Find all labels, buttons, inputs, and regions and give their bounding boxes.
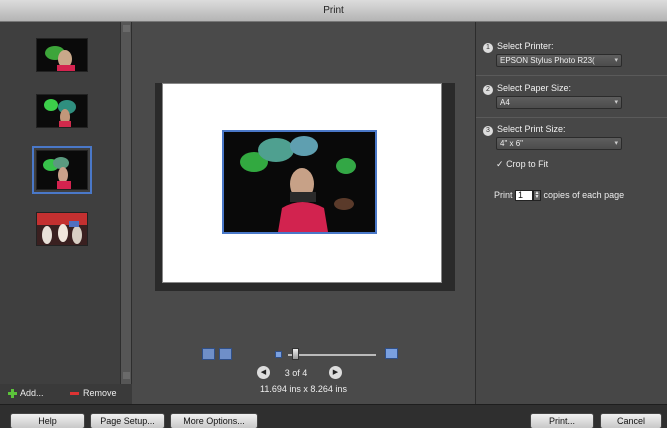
copies-stepper[interactable]: ▲ ▼: [533, 190, 542, 202]
print-settings-panel: 1 Select Printer: EPSON Stylus Photo R23(…: [475, 22, 667, 404]
chevron-down-icon: ▾: [614, 140, 618, 147]
checkmark-icon: ✓: [496, 159, 504, 169]
page-setup-button[interactable]: Page Setup...: [90, 413, 165, 428]
thumbnail-3-image: [37, 151, 87, 189]
print-size-label: Select Print Size:: [497, 124, 566, 134]
copies-prefix: Print: [494, 190, 513, 200]
paper-step: 2 Select Paper Size:: [483, 83, 571, 95]
preview-photo[interactable]: [222, 130, 377, 234]
thumbnail-1[interactable]: [36, 38, 88, 72]
step-3-badge: 3: [483, 126, 493, 136]
scroll-up-arrow[interactable]: [123, 25, 130, 32]
print-size-dropdown[interactable]: 4" x 6" ▾: [496, 137, 622, 150]
zoom-in-icon[interactable]: [385, 348, 398, 359]
thumbnail-2-image: [37, 95, 87, 127]
preview-photo-image: [224, 132, 375, 232]
thumbnail-scrollbar[interactable]: [120, 22, 132, 384]
divider: [476, 75, 667, 76]
printer-dropdown[interactable]: EPSON Stylus Photo R23( ▾: [496, 54, 622, 67]
paper-label: Select Paper Size:: [497, 83, 572, 93]
scroll-down-arrow[interactable]: [123, 372, 130, 379]
thumbnail-actions: Add... Remove: [0, 384, 132, 404]
page-size-text: 11.694 ins x 8.264 ins: [260, 384, 347, 394]
crop-to-fit-checkbox[interactable]: ✓ Crop to Fit: [496, 159, 548, 170]
crop-label: Crop to Fit: [506, 159, 549, 169]
printer-step: 1 Select Printer:: [483, 41, 554, 53]
cancel-button[interactable]: Cancel: [600, 413, 662, 428]
divider: [476, 117, 667, 118]
step-1-badge: 1: [483, 43, 493, 53]
rotate-right-icon[interactable]: [219, 348, 232, 360]
preview-controls: ◀ 3 of 4 ▶ 11.694 ins x 8.264 ins: [132, 340, 475, 400]
zoom-slider-thumb[interactable]: [292, 348, 299, 360]
chevron-down-icon: ▾: [614, 57, 618, 64]
printer-label: Select Printer:: [497, 41, 554, 51]
page-indicator: 3 of 4: [284, 368, 308, 378]
thumbnail-1-image: [37, 39, 87, 71]
remove-button[interactable]: Remove: [70, 388, 117, 398]
preview-page: [162, 83, 442, 283]
next-page-button[interactable]: ▶: [329, 366, 342, 379]
thumbnail-2[interactable]: [36, 94, 88, 128]
print-size-step: 3 Select Print Size:: [483, 124, 566, 136]
thumbnail-panel: [0, 22, 120, 384]
thumbnail-4[interactable]: [36, 212, 88, 246]
window-title: Print: [0, 0, 667, 22]
paper-value: A4: [500, 98, 510, 107]
print-size-value: 4" x 6": [500, 139, 524, 148]
rotate-left-icon[interactable]: [202, 348, 215, 360]
print-button[interactable]: Print...: [530, 413, 594, 428]
copies-row: Print 1 ▲ ▼ copies of each page: [494, 190, 625, 202]
plus-icon: [8, 389, 17, 399]
more-options-button[interactable]: More Options...: [170, 413, 258, 428]
thumbnail-3-selected[interactable]: [32, 146, 92, 194]
chevron-down-icon: ▾: [614, 99, 618, 106]
minus-icon: [70, 392, 79, 396]
add-label: Add...: [20, 388, 44, 398]
zoom-slider-track[interactable]: [288, 354, 376, 356]
remove-label: Remove: [83, 388, 117, 398]
dialog-footer: Help Page Setup... More Options... Print…: [0, 404, 667, 428]
paper-size-dropdown[interactable]: A4 ▾: [496, 96, 622, 109]
add-button[interactable]: Add...: [8, 388, 44, 399]
printer-value: EPSON Stylus Photo R23(: [500, 56, 595, 65]
print-preview-area: ◀ 3 of 4 ▶ 11.694 ins x 8.264 ins: [132, 22, 475, 404]
zoom-out-icon[interactable]: [275, 351, 282, 358]
thumbnail-4-image: [37, 213, 87, 245]
copies-input[interactable]: 1: [515, 190, 534, 202]
help-button[interactable]: Help: [10, 413, 85, 428]
copies-suffix: copies of each page: [543, 190, 625, 200]
previous-page-button[interactable]: ◀: [257, 366, 270, 379]
step-2-badge: 2: [483, 85, 493, 95]
